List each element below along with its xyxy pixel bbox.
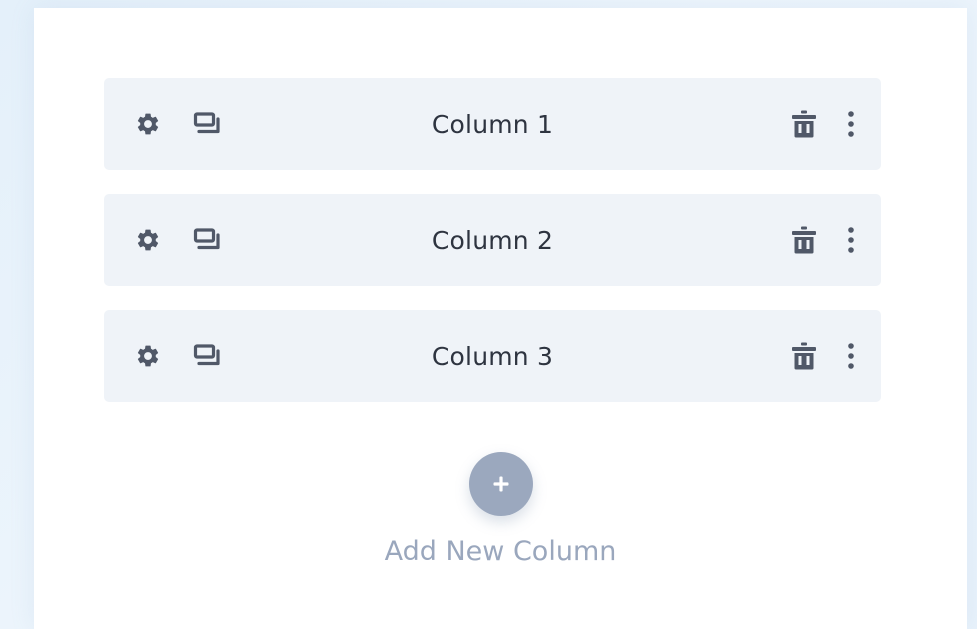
- row-right-actions: [791, 194, 855, 286]
- row-right-actions: [791, 78, 855, 170]
- trash-icon[interactable]: [791, 109, 817, 139]
- add-column-button[interactable]: [468, 452, 533, 516]
- more-vertical-icon[interactable]: [847, 226, 855, 254]
- gear-icon[interactable]: [135, 343, 161, 369]
- row-left-actions: [135, 310, 223, 402]
- row-right-actions: [791, 310, 855, 402]
- add-column-label[interactable]: Add New Column: [385, 536, 617, 567]
- trash-icon[interactable]: [791, 225, 817, 255]
- column-row-1[interactable]: Column 1: [104, 78, 881, 170]
- trash-icon[interactable]: [791, 341, 817, 371]
- add-column-section: Add New Column: [34, 452, 967, 567]
- gear-icon[interactable]: [135, 111, 161, 137]
- duplicate-icon[interactable]: [193, 111, 223, 137]
- column-row-2[interactable]: Column 2: [104, 194, 881, 286]
- column-list: Column 1 Column 2 Column 3: [104, 78, 881, 426]
- column-row-3[interactable]: Column 3: [104, 310, 881, 402]
- duplicate-icon[interactable]: [193, 227, 223, 253]
- row-left-actions: [135, 194, 223, 286]
- plus-icon: [493, 476, 508, 492]
- more-vertical-icon[interactable]: [847, 110, 855, 138]
- more-vertical-icon[interactable]: [847, 342, 855, 370]
- duplicate-icon[interactable]: [193, 343, 223, 369]
- gear-icon[interactable]: [135, 227, 161, 253]
- row-left-actions: [135, 78, 223, 170]
